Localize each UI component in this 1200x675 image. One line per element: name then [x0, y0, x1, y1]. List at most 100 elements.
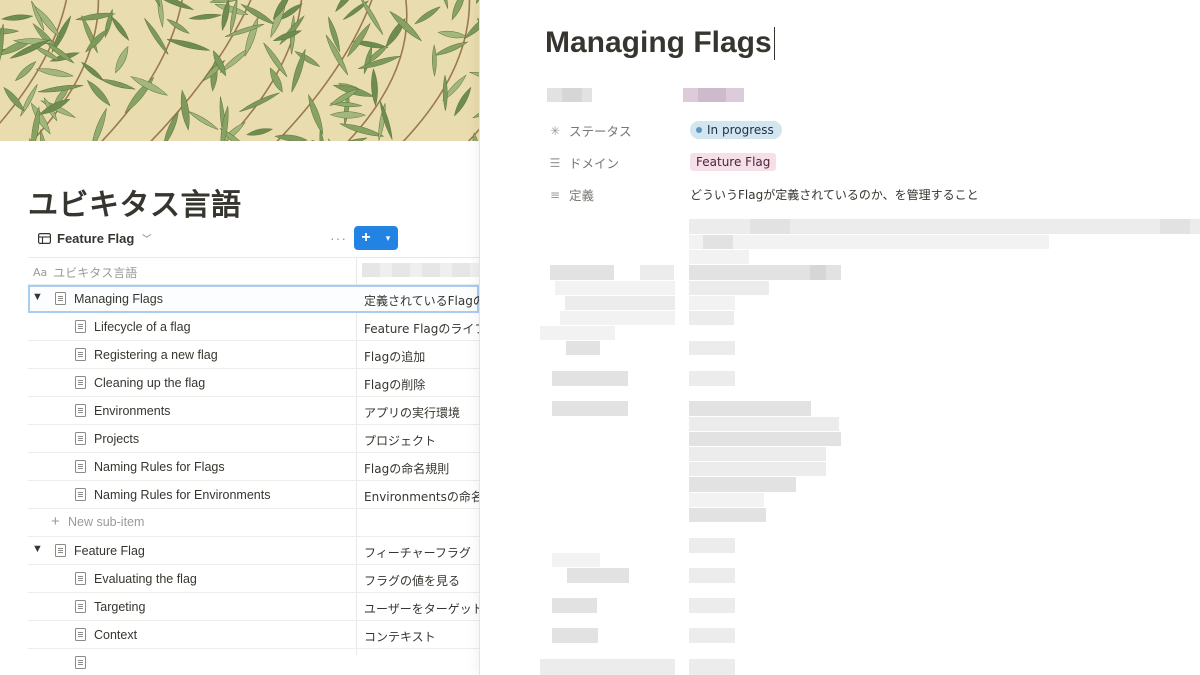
row-title[interactable]: Evaluating the flag [94, 572, 197, 586]
redacted-property-label [567, 568, 629, 583]
status-dot-icon [696, 127, 702, 133]
page-icon [55, 544, 66, 557]
text-lines-icon: ≡ [549, 187, 561, 202]
name-column-header[interactable]: Aa ユビキタス言語 [33, 264, 137, 281]
redacted-block [689, 371, 735, 386]
table-row[interactable]: Projects プロジェクト [28, 425, 479, 453]
row-title[interactable]: Lifecycle of a flag [94, 320, 191, 334]
row-definition[interactable]: フィーチャーフラグ [364, 544, 479, 561]
peek-title-text[interactable]: Managing Flags [545, 26, 772, 60]
chevron-down-icon: ﹀ [142, 234, 152, 244]
redacted-block [689, 493, 764, 507]
peek-title[interactable]: Managing Flags [545, 26, 776, 60]
redacted-property-label [550, 265, 614, 280]
table-row[interactable]: Lifecycle of a flag Feature Flagのライフ [28, 313, 479, 341]
willow-pattern [0, 0, 479, 141]
redacted-block [689, 432, 841, 446]
row-definition[interactable]: プロジェクト [364, 432, 479, 449]
redacted-block [689, 447, 826, 461]
new-sub-item-label: New sub-item [68, 515, 145, 529]
row-definition[interactable]: Flagの削除 [364, 376, 479, 393]
redacted-property-label [552, 598, 597, 613]
status-property-value[interactable]: In progress [690, 121, 782, 139]
row-title[interactable]: Context [94, 628, 137, 642]
redacted-block [689, 598, 735, 613]
page-icon [75, 656, 86, 669]
table-row[interactable]: Targeting ユーザーをターゲット [28, 593, 479, 621]
page-icon [75, 600, 86, 613]
status-label-text: ステータス [569, 124, 632, 139]
table-row[interactable]: ▼ Feature Flag フィーチャーフラグ [28, 537, 479, 565]
name-column-label: ユビキタス言語 [53, 266, 138, 280]
table-icon [38, 233, 51, 244]
table-row[interactable]: Naming Rules for Environments Environmen… [28, 481, 479, 509]
table-row[interactable]: Registering a new flag Flagの追加 [28, 341, 479, 369]
redacted-property-value [698, 88, 726, 102]
definition-property-label[interactable]: ≡ 定義 [548, 185, 594, 204]
page-title: ユビキタス言語 [28, 188, 242, 223]
page-icon [75, 320, 86, 333]
redacted-property-label [552, 371, 628, 386]
toggle-expanded-icon[interactable]: ▼ [32, 291, 43, 303]
new-sub-item-button[interactable]: + New sub-item [28, 509, 479, 537]
text-cursor [773, 26, 776, 60]
redacted-block [689, 538, 735, 553]
row-title[interactable]: Registering a new flag [94, 348, 218, 362]
row-title[interactable]: Targeting [94, 600, 145, 614]
table-row[interactable]: Environments アプリの実行環境 [28, 397, 479, 425]
more-options-button[interactable]: ··· [330, 230, 347, 246]
row-definition[interactable]: ユーザーをターゲット [364, 600, 479, 617]
cover-image[interactable] [0, 0, 479, 141]
redacted-block [689, 462, 826, 476]
row-title[interactable]: Naming Rules for Flags [94, 460, 225, 474]
redacted-block [689, 281, 769, 295]
database-table: Aa ユビキタス言語 ▼ Managing Flags 定義されているFlagの… [28, 257, 479, 675]
row-title[interactable]: Environments [94, 404, 170, 418]
page-icon [55, 292, 66, 305]
status-badge[interactable]: In progress [690, 121, 782, 139]
redacted-property-label [552, 401, 628, 416]
domain-property-value[interactable]: Feature Flag [690, 153, 777, 171]
row-definition[interactable]: Environmentsの命名規 [364, 488, 479, 505]
redacted-block [689, 235, 1049, 249]
table-row[interactable]: Evaluating the flag フラグの値を見る [28, 565, 479, 593]
row-title[interactable]: Naming Rules for Environments [94, 488, 270, 502]
row-definition[interactable]: Flagの命名規則 [364, 460, 479, 477]
table-header: Aa ユビキタス言語 [28, 257, 479, 285]
table-row[interactable]: Cleaning up the flag Flagの削除 [28, 369, 479, 397]
table-row[interactable]: ▼ Managing Flags 定義されているFlagの [28, 285, 479, 313]
row-definition[interactable]: Flagの追加 [364, 348, 479, 365]
redacted-column-header [362, 263, 479, 277]
row-title[interactable]: Managing Flags [74, 292, 163, 306]
row-definition[interactable]: 定義されているFlagの [364, 292, 479, 309]
view-tab-feature-flag[interactable]: Feature Flag ﹀ [38, 231, 151, 246]
plus-icon: + [51, 513, 60, 530]
database-page: ユビキタス言語 Feature Flag ﹀ ··· + ▾ Aa ユビキタス言… [0, 0, 479, 675]
table-row[interactable]: Naming Rules for Flags Flagの命名規則 [28, 453, 479, 481]
new-button[interactable]: + ▾ [354, 226, 398, 250]
redacted-property-label [565, 296, 675, 310]
domain-property-label[interactable]: ☰ ドメイン [548, 153, 619, 172]
domain-tag[interactable]: Feature Flag [690, 153, 777, 171]
redacted-block [750, 219, 790, 234]
redacted-block [689, 568, 735, 583]
row-title[interactable]: Projects [94, 432, 139, 446]
toggle-expanded-icon[interactable]: ▼ [32, 543, 43, 555]
redacted-block [689, 311, 734, 325]
plus-icon: + [361, 229, 371, 246]
definition-property-value[interactable]: どういうFlagが定義されているのか、を管理すること [690, 186, 979, 203]
table-row[interactable]: Context コンテキスト [28, 621, 479, 649]
row-definition[interactable]: アプリの実行環境 [364, 404, 479, 421]
page-icon [75, 460, 86, 473]
chevron-down-icon[interactable]: ▾ [378, 226, 398, 250]
row-definition[interactable]: コンテキスト [364, 628, 479, 645]
row-definition[interactable]: Feature Flagのライフ [364, 320, 479, 337]
table-row[interactable] [28, 649, 479, 675]
status-property-label[interactable]: ✳ ステータス [548, 121, 632, 140]
definition-label-text: 定義 [569, 188, 595, 203]
redacted-block [689, 628, 735, 643]
row-title[interactable]: Cleaning up the flag [94, 376, 205, 390]
view-tab-label: Feature Flag [57, 231, 135, 246]
row-definition[interactable]: フラグの値を見る [364, 572, 479, 589]
row-title[interactable]: Feature Flag [74, 544, 145, 558]
